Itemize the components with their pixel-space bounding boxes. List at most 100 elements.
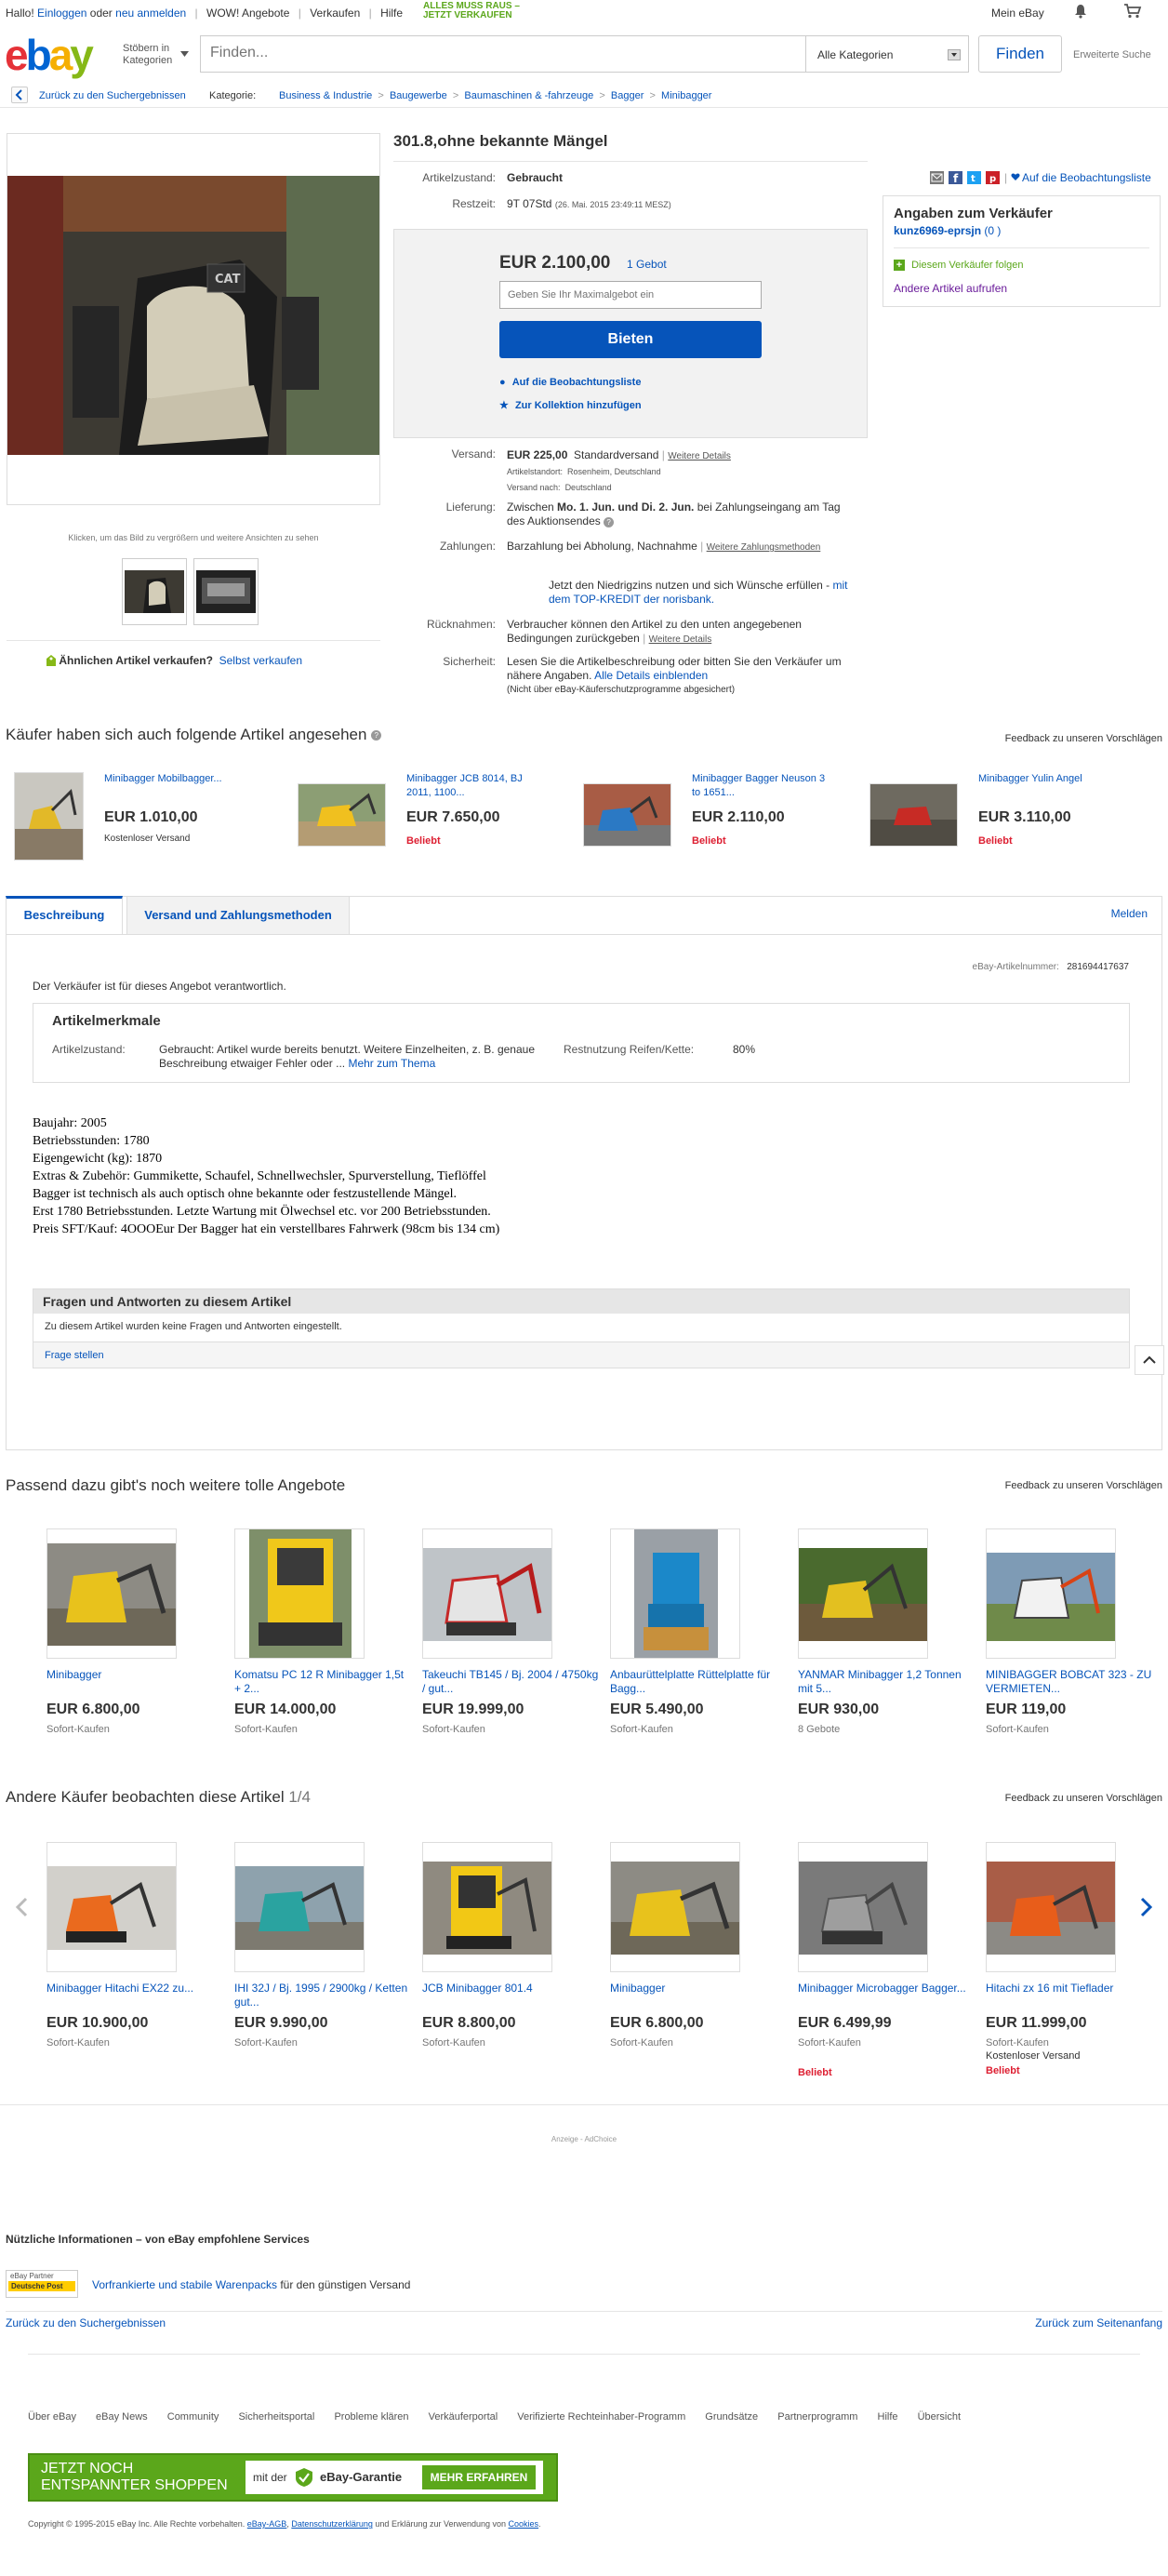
back-to-top-link[interactable]: Zurück zum Seitenanfang xyxy=(1035,2316,1162,2329)
email-icon[interactable] xyxy=(930,171,944,184)
scroll-top-button[interactable] xyxy=(1135,1345,1164,1375)
footer-link[interactable]: Probleme klären xyxy=(334,2411,408,2423)
footer-link[interactable]: eBay News xyxy=(96,2411,148,2423)
facebook-icon[interactable]: f xyxy=(949,171,962,185)
help-link[interactable]: Hilfe xyxy=(380,7,403,20)
tab-description[interactable]: Beschreibung xyxy=(6,896,123,935)
offer-title[interactable]: Anbaurüttelplatte Rüttelplatte für Bagg.… xyxy=(610,1668,787,1696)
wow-deals-link[interactable]: WOW! Angebote xyxy=(206,7,289,20)
safety-details-link[interactable]: Alle Details einblenden xyxy=(594,669,708,682)
offer-title[interactable]: Komatsu PC 12 R Minibagger 1,5t + 2... xyxy=(234,1668,411,1696)
follow-seller-button[interactable]: + Diesem Verkäufer folgen xyxy=(894,260,1024,271)
watched-title[interactable]: Minibagger Microbagger Bagger... xyxy=(798,1982,975,2009)
offer-card[interactable]: Anbaurüttelplatte Rüttelplatte für Bagg.… xyxy=(610,1528,787,1735)
advanced-search-link[interactable]: Erweiterte Suche xyxy=(1073,49,1151,60)
ad-label[interactable]: Anzeige - AdChoice xyxy=(0,2135,1168,2143)
watched-card[interactable]: Minibagger Microbagger Bagger... EUR 6.4… xyxy=(798,1842,975,2078)
footer-link[interactable]: Hilfe xyxy=(878,2411,898,2423)
back-to-results-bottom-link[interactable]: Zurück zu den Suchergebnissen xyxy=(6,2316,166,2329)
watched-thumbnail[interactable] xyxy=(610,1842,740,1972)
watched-thumbnail[interactable] xyxy=(234,1842,365,1972)
seller-score-link[interactable]: (0 ) xyxy=(984,224,1001,237)
agb-link[interactable]: eBay-AGB xyxy=(247,2519,287,2529)
breadcrumb-item[interactable]: Business & Industrie xyxy=(279,90,372,101)
watched-title[interactable]: IHI 32J / Bj. 1995 / 2900kg / Ketten gut… xyxy=(234,1982,411,2009)
matching-feedback-link[interactable]: Feedback zu unseren Vorschlägen xyxy=(1005,1480,1162,1491)
watched-title[interactable]: Minibagger Hitachi EX22 zu... xyxy=(46,1982,223,2009)
bid-button[interactable]: Bieten xyxy=(499,321,762,358)
offer-thumbnail[interactable] xyxy=(610,1528,740,1659)
footer-link[interactable]: Verkäuferportal xyxy=(429,2411,498,2423)
back-to-results-link[interactable]: Zurück zu den Suchergebnissen xyxy=(39,90,186,101)
watched-thumbnail[interactable] xyxy=(986,1842,1116,1972)
seller-name-link[interactable]: kunz6969-eprsjn xyxy=(894,224,981,237)
privacy-link[interactable]: Datenschutzerklärung xyxy=(291,2519,373,2529)
cart-icon[interactable] xyxy=(1123,4,1142,19)
watched-title[interactable]: Hitachi zx 16 mit Tieflader xyxy=(986,1982,1162,2009)
viewed-feedback-link[interactable]: Feedback zu unseren Vorschlägen xyxy=(1005,733,1162,744)
thumbnail-2[interactable] xyxy=(193,558,259,625)
offer-thumbnail[interactable] xyxy=(234,1528,365,1659)
item-title-link[interactable]: Minibagger Bagger Neuson 3 to 1651... xyxy=(692,772,831,800)
my-ebay-link[interactable]: Mein eBay xyxy=(991,7,1044,20)
breadcrumb-item[interactable]: Baumaschinen & -fahrzeuge xyxy=(464,90,593,101)
add-watchlist-link-top[interactable]: Auf die Beobachtungsliste xyxy=(1022,171,1151,184)
footer-link[interactable]: Community xyxy=(167,2411,219,2423)
breadcrumb-item[interactable]: Baugewerbe xyxy=(390,90,447,101)
footer-link[interactable]: Übersicht xyxy=(918,2411,961,2423)
offer-card[interactable]: Takeuchi TB145 / Bj. 2004 / 4750kg / gut… xyxy=(422,1528,599,1735)
payment-more-link[interactable]: Weitere Zahlungsmethoden xyxy=(707,542,821,553)
ask-question-link[interactable]: Frage stellen xyxy=(45,1350,104,1361)
item-title-link[interactable]: Minibagger JCB 8014, BJ 2011, 1100... xyxy=(406,772,546,800)
more-about-link[interactable]: Mehr zum Thema xyxy=(348,1057,435,1070)
footer-link[interactable]: Verifizierte Rechteinhaber-Programm xyxy=(517,2411,685,2423)
breadcrumb-item[interactable]: Minibagger xyxy=(661,90,711,101)
footer-link[interactable]: Grundsätze xyxy=(705,2411,758,2423)
footer-link[interactable]: Über eBay xyxy=(28,2411,76,2423)
offer-card[interactable]: Komatsu PC 12 R Minibagger 1,5t + 2... E… xyxy=(234,1528,411,1735)
promo-banner[interactable]: ALLES MUSS RAUS – JETZT VERKAUFEN xyxy=(423,2,520,20)
breadcrumb-item[interactable]: Bagger xyxy=(611,90,644,101)
max-bid-input[interactable] xyxy=(499,281,762,309)
main-image-frame[interactable]: CAT xyxy=(7,133,380,505)
carousel-prev-button[interactable] xyxy=(13,1896,32,1918)
back-arrow-icon[interactable] xyxy=(11,87,28,103)
browse-categories-button[interactable]: Stöbern in Kategorien xyxy=(123,43,189,67)
login-link[interactable]: Einloggen xyxy=(37,7,86,20)
info-icon[interactable]: ? xyxy=(371,730,382,741)
warenpacks-link[interactable]: Vorfrankierte und stabile Warenpacks xyxy=(92,2278,277,2291)
watched-title[interactable]: Minibagger xyxy=(610,1982,787,2009)
tab-shipping-payment[interactable]: Versand und Zahlungsmethoden xyxy=(126,896,350,935)
info-icon[interactable]: ? xyxy=(604,517,615,527)
bell-icon[interactable] xyxy=(1074,4,1087,19)
twitter-icon[interactable]: t xyxy=(967,171,981,184)
cookies-link[interactable]: Cookies xyxy=(509,2519,539,2529)
deutsche-post-logo[interactable]: eBay Partner Deutsche Post xyxy=(6,2270,78,2298)
watched-card[interactable]: Minibagger Hitachi EX22 zu... EUR 10.900… xyxy=(46,1842,223,2049)
offer-thumbnail[interactable] xyxy=(46,1528,177,1659)
watched-card[interactable]: JCB Minibagger 801.4 EUR 8.800,00 Sofort… xyxy=(422,1842,599,2049)
offer-title[interactable]: MINIBAGGER BOBCAT 323 - ZU VERMIETEN... xyxy=(986,1668,1162,1696)
offer-card[interactable]: MINIBAGGER BOBCAT 323 - ZU VERMIETEN... … xyxy=(986,1528,1162,1735)
footer-link[interactable]: Sicherheitsportal xyxy=(238,2411,314,2423)
item-thumbnail[interactable] xyxy=(583,783,671,847)
thumbnail-1[interactable] xyxy=(122,558,187,625)
offer-card[interactable]: YANMAR Minibagger 1,2 Tonnen mit 5... EU… xyxy=(798,1528,975,1735)
watched-thumbnail[interactable] xyxy=(422,1842,552,1972)
category-select[interactable]: Alle Kategorien xyxy=(806,35,969,73)
item-thumbnail[interactable] xyxy=(869,783,958,847)
watched-card[interactable]: IHI 32J / Bj. 1995 / 2900kg / Ketten gut… xyxy=(234,1842,411,2049)
main-image[interactable]: CAT xyxy=(7,176,379,455)
ebay-logo[interactable]: ebay xyxy=(5,30,94,80)
other-items-link[interactable]: Andere Artikel aufrufen xyxy=(894,282,1007,295)
bid-count-link[interactable]: 1 Gebot xyxy=(627,258,667,271)
add-watchlist-button[interactable]: ● Auf die Beobachtungsliste xyxy=(499,377,641,388)
search-input[interactable] xyxy=(210,45,787,61)
report-link[interactable]: Melden xyxy=(1111,907,1148,920)
add-collection-button[interactable]: ★ Zur Kollektion hinzufügen xyxy=(499,399,642,411)
guarantee-banner[interactable]: JETZT NOCH ENTSPANNTER SHOPPEN mit der e… xyxy=(28,2453,558,2502)
search-button[interactable]: Finden xyxy=(978,35,1062,73)
sell-yourself-link[interactable]: Selbst verkaufen xyxy=(219,654,302,667)
item-title-link[interactable]: Minibagger Mobilbagger... xyxy=(104,772,272,786)
offer-title[interactable]: Takeuchi TB145 / Bj. 2004 / 4750kg / gut… xyxy=(422,1668,599,1696)
